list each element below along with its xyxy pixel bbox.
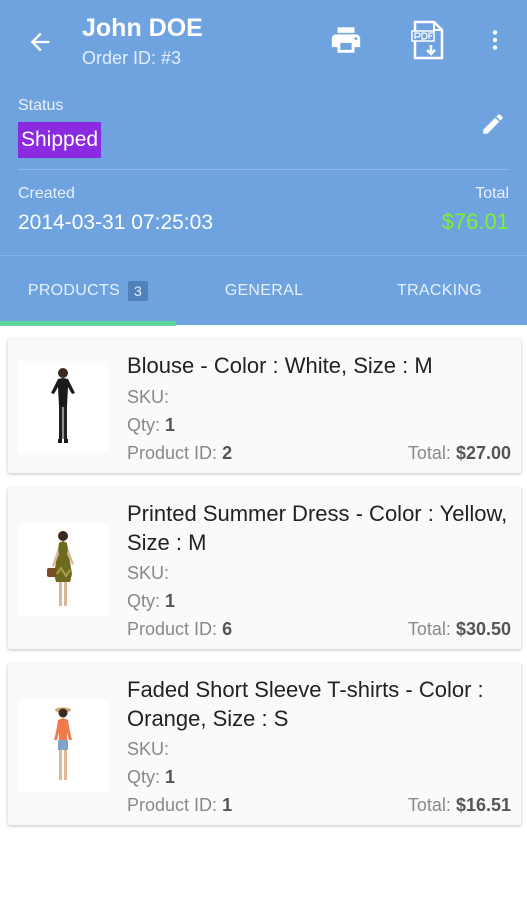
tab-general[interactable]: GENERAL bbox=[176, 256, 352, 326]
order-total: $76.01 bbox=[441, 209, 509, 234]
product-list: Blouse - Color : White, Size : M SKU: Qt… bbox=[8, 339, 521, 839]
product-card[interactable]: Blouse - Color : White, Size : M SKU: Qt… bbox=[8, 339, 521, 473]
status-label: Status bbox=[18, 97, 64, 114]
tab-products[interactable]: PRODUCTS 3 bbox=[0, 256, 176, 326]
header-divider bbox=[18, 169, 509, 170]
created-date: 2014-03-31 07:25:03 bbox=[18, 211, 213, 234]
product-name: Blouse - Color : White, Size : M bbox=[127, 353, 433, 378]
product-id: Product ID: 6 bbox=[127, 619, 233, 639]
product-image bbox=[18, 524, 108, 616]
order-header: John DOE Order ID: #3 Status Shipped Cre… bbox=[0, 0, 527, 326]
edit-status-button[interactable] bbox=[471, 104, 515, 148]
product-sku: SKU: bbox=[127, 739, 170, 759]
product-card[interactable]: Faded Short Sleeve T-shirts - Color : Or… bbox=[8, 663, 521, 825]
print-button[interactable] bbox=[324, 20, 368, 64]
print-icon bbox=[329, 23, 363, 62]
product-name: Faded Short Sleeve T-shirts - Color : Or… bbox=[127, 677, 484, 731]
tab-tracking[interactable]: TRACKING bbox=[352, 256, 527, 326]
status-badge: Shipped bbox=[18, 122, 102, 158]
tab-tracking-label: TRACKING bbox=[396, 282, 483, 299]
pdf-download-icon bbox=[409, 20, 447, 65]
product-total: Total: $27.00 bbox=[407, 443, 511, 463]
created-label: Created bbox=[18, 185, 75, 202]
customer-name: John DOE bbox=[82, 14, 203, 42]
product-qty: Qty: 1 bbox=[127, 591, 176, 611]
more-vert-icon bbox=[482, 26, 508, 59]
tab-general-label: GENERAL bbox=[224, 282, 304, 299]
pencil-icon bbox=[480, 111, 506, 142]
product-sku: SKU: bbox=[127, 387, 170, 407]
arrow-back-icon bbox=[26, 28, 54, 61]
active-tab-indicator bbox=[0, 321, 176, 326]
product-sku: SKU: bbox=[127, 563, 170, 583]
products-count-badge: 3 bbox=[128, 281, 149, 301]
product-name: Printed Summer Dress - Color : Yellow, S… bbox=[127, 501, 508, 555]
product-card[interactable]: Printed Summer Dress - Color : Yellow, S… bbox=[8, 487, 521, 649]
tab-bar: PRODUCTS 3 GENERAL TRACKING bbox=[0, 255, 527, 326]
total-label: Total bbox=[475, 185, 509, 202]
product-image bbox=[18, 700, 108, 792]
product-image bbox=[18, 361, 108, 453]
product-qty: Qty: 1 bbox=[127, 415, 176, 435]
tab-products-label: PRODUCTS bbox=[27, 282, 121, 299]
order-id: Order ID: #3 bbox=[82, 48, 182, 68]
product-qty: Qty: 1 bbox=[127, 767, 176, 787]
app-bar: John DOE Order ID: #3 bbox=[0, 0, 527, 84]
product-id: Product ID: 1 bbox=[127, 795, 233, 815]
product-total: Total: $16.51 bbox=[407, 795, 511, 815]
pdf-download-button[interactable] bbox=[406, 20, 450, 64]
product-id: Product ID: 2 bbox=[127, 443, 233, 463]
more-options-button[interactable] bbox=[473, 20, 517, 64]
product-total: Total: $30.50 bbox=[407, 619, 511, 639]
back-button[interactable] bbox=[18, 22, 62, 66]
